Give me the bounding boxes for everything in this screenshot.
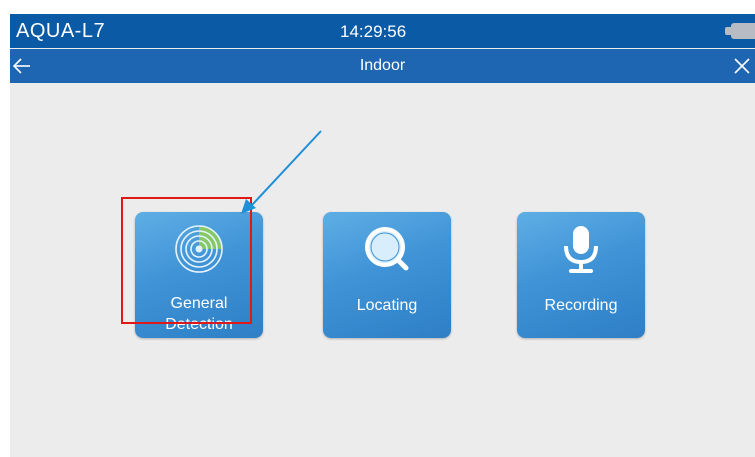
magnifier-icon [365,227,409,271]
page-title: Indoor [359,57,406,74]
title-bar: Indoor [10,49,755,83]
device-name: AQUA-L7 [16,20,106,42]
general-detection-button[interactable]: General Detection [135,212,263,338]
general-label-line2: Detection [165,316,233,333]
recording-label: Recording [544,297,618,314]
locating-button[interactable]: Locating [323,212,451,338]
locating-label: Locating [356,297,418,314]
clock: 14:29:56 [340,22,407,41]
radar-icon [175,225,223,273]
close-icon [734,58,750,74]
battery-icon [725,23,755,39]
close-button[interactable] [727,51,755,81]
recording-button[interactable]: Recording [517,212,645,338]
status-bar: AQUA-L7 14:29:56 [10,14,755,48]
device-screen: AQUA-L7 14:29:56 Indoor General Detectio… [10,14,755,457]
microphone-icon [564,226,598,273]
general-label-line1: General [170,295,228,312]
